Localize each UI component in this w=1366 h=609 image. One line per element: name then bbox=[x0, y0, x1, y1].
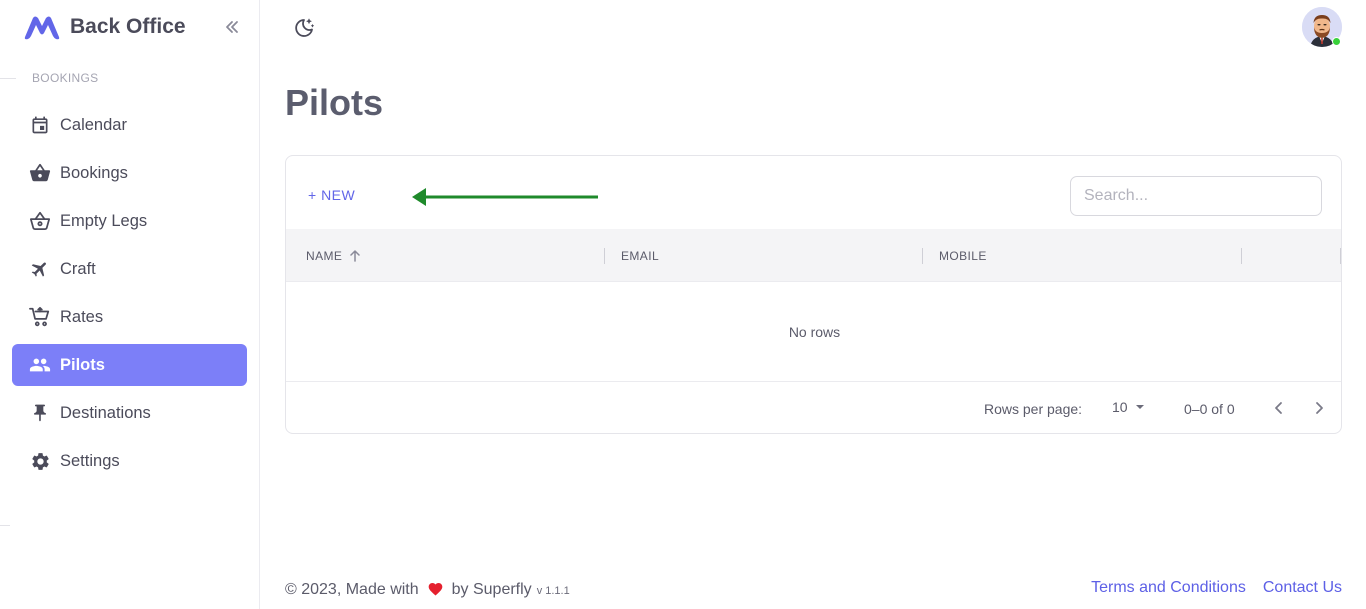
brand[interactable]: Back Office bbox=[22, 12, 186, 42]
empty-table-message: No rows bbox=[286, 282, 1341, 382]
copyright-suffix: by Superfly bbox=[451, 581, 532, 598]
annotation-arrow-icon bbox=[412, 188, 598, 206]
column-separator[interactable] bbox=[604, 248, 605, 264]
calendar-icon bbox=[29, 114, 51, 136]
next-page-button[interactable] bbox=[1307, 396, 1331, 420]
double-chevron-left-icon bbox=[226, 21, 238, 33]
sidebar-item-settings[interactable]: Settings bbox=[12, 440, 247, 482]
sidebar-item-calendar[interactable]: Calendar bbox=[12, 104, 247, 146]
airplane-icon bbox=[29, 258, 51, 280]
pagination-range: 0–0 of 0 bbox=[1184, 401, 1235, 417]
theme-toggle-button[interactable] bbox=[291, 15, 317, 41]
sidebar-item-pilots[interactable]: Pilots bbox=[12, 344, 247, 386]
pilots-table-card: + NEW NAME EMAIL MOBILE No rows Rows per… bbox=[285, 155, 1342, 434]
sidebar-item-bookings[interactable]: Bookings bbox=[12, 152, 247, 194]
table-header: NAME EMAIL MOBILE bbox=[286, 229, 1341, 282]
column-header-name[interactable]: NAME bbox=[306, 229, 362, 282]
section-divider bbox=[0, 78, 16, 79]
sidebar-item-label: Pilots bbox=[60, 355, 105, 374]
chevron-left-icon bbox=[1275, 402, 1282, 414]
copyright: © 2023, Made with by Superfly v 1.1.1 bbox=[285, 579, 570, 599]
sidebar-item-craft[interactable]: Craft bbox=[12, 248, 247, 290]
brand-name: Back Office bbox=[70, 15, 186, 38]
column-separator[interactable] bbox=[1241, 248, 1242, 264]
column-header-label: NAME bbox=[306, 248, 343, 263]
sidebar-item-label: Bookings bbox=[60, 163, 128, 182]
sidebar-item-rates[interactable]: Rates bbox=[12, 296, 247, 338]
gear-icon bbox=[29, 450, 51, 472]
rows-per-page-select[interactable]: 10 bbox=[1112, 399, 1146, 415]
section-divider bbox=[0, 525, 10, 526]
sort-ascending-icon[interactable] bbox=[348, 249, 362, 263]
search-input[interactable] bbox=[1070, 176, 1322, 216]
column-header-mobile[interactable]: MOBILE bbox=[939, 229, 987, 282]
previous-page-button[interactable] bbox=[1267, 396, 1291, 420]
app-version: v 1.1.1 bbox=[536, 585, 570, 597]
cart-icon bbox=[29, 306, 51, 328]
sidebar-item-destinations[interactable]: Destinations bbox=[12, 392, 247, 434]
online-status-indicator bbox=[1332, 37, 1341, 46]
sidebar-item-label: Rates bbox=[60, 307, 104, 326]
column-separator[interactable] bbox=[922, 248, 923, 264]
page-title: Pilots bbox=[285, 82, 384, 123]
sidebar-item-label: Settings bbox=[60, 451, 120, 470]
sidebar-item-empty-legs[interactable]: Empty Legs bbox=[12, 200, 247, 242]
rows-per-page-label: Rows per page: bbox=[984, 401, 1083, 417]
pin-icon bbox=[29, 402, 51, 424]
basket-icon bbox=[29, 162, 51, 184]
sidebar-item-label: Empty Legs bbox=[60, 211, 148, 230]
caret-down-icon bbox=[1134, 401, 1146, 413]
people-icon bbox=[29, 354, 51, 376]
column-header-label: EMAIL bbox=[621, 248, 660, 263]
section-label: BOOKINGS bbox=[32, 71, 99, 85]
sidebar-nav: Calendar Bookings Empty Legs Craft Rates bbox=[12, 104, 247, 488]
column-header-label: MOBILE bbox=[939, 248, 987, 263]
copyright-prefix: © 2023, Made with bbox=[285, 581, 419, 598]
contact-link[interactable]: Contact Us bbox=[1263, 579, 1342, 597]
sidebar-item-label: Destinations bbox=[60, 403, 151, 422]
new-pilot-button[interactable]: + NEW bbox=[308, 187, 355, 203]
basket-outline-icon bbox=[29, 210, 51, 232]
sidebar-item-label: Craft bbox=[60, 259, 96, 278]
chevron-right-icon bbox=[1316, 402, 1323, 414]
moon-stars-icon bbox=[295, 18, 315, 37]
terms-link[interactable]: Terms and Conditions bbox=[1091, 579, 1246, 597]
rows-per-page-value: 10 bbox=[1112, 399, 1128, 415]
m-logo-icon bbox=[24, 16, 60, 40]
heart-icon bbox=[427, 581, 444, 596]
footer-links: Terms and Conditions Contact Us bbox=[1091, 579, 1342, 597]
collapse-sidebar-button[interactable] bbox=[220, 15, 244, 39]
column-header-email[interactable]: EMAIL bbox=[621, 229, 659, 282]
sidebar-item-label: Calendar bbox=[60, 115, 127, 134]
column-separator[interactable] bbox=[1340, 248, 1341, 264]
table-pagination: Rows per page: 10 0–0 of 0 bbox=[286, 383, 1341, 433]
sidebar: Back Office BOOKINGS Calendar Bookings E… bbox=[0, 0, 260, 609]
